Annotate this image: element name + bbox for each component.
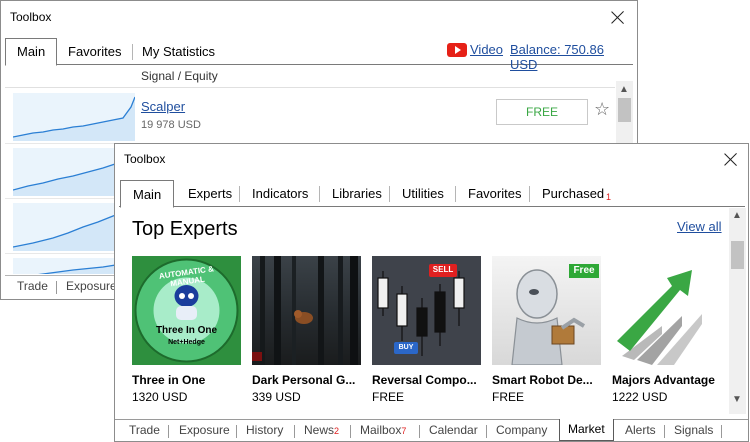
tab-experts[interactable]: Experts [176,182,244,206]
tab-separator [486,425,487,438]
sell-label: SELL [432,265,454,274]
product-image[interactable] [252,256,361,365]
signal-row[interactable]: Scalper 19 978 USD FREE ☆ [5,89,615,144]
tab-libraries[interactable]: Libraries [320,182,394,206]
product-card[interactable]: Majors Advantage 1222 USD [612,256,724,404]
front-close-icon[interactable] [724,152,738,166]
youtube-icon[interactable] [447,43,467,57]
back-window-title: Toolbox [10,10,52,24]
scroll-thumb[interactable] [618,98,631,122]
bottom-tab-mailbox-label: Mailbox [360,423,402,437]
tab-separator [168,425,169,438]
mailbox-count-badge: 7 [401,426,407,436]
bottom-tab-news-label: News [304,423,335,437]
front-vertical-scrollbar[interactable]: ▲ ▼ [729,208,746,414]
free-subscribe-button[interactable]: FREE [496,99,588,125]
product-price: 1320 USD [132,390,188,404]
section-title: Top Experts [132,218,238,240]
tab-separator [294,425,295,438]
product-price: FREE [492,390,525,404]
product-price: 1222 USD [612,390,668,404]
product-name[interactable]: Dark Personal G... [252,373,364,387]
scroll-up-icon[interactable]: ▲ [619,84,629,95]
product-card[interactable]: AUTOMATIC & MANUAL Three In One Net+Hedg… [132,256,244,404]
back-tab-my-statistics[interactable]: My Statistics [132,41,225,65]
product-card[interactable]: Free Smart Robot De... FREE [492,256,604,404]
product-image[interactable]: SELL BUY [372,256,481,365]
bottom-tab-exposure[interactable]: Exposure [179,423,230,437]
front-window-title: Toolbox [124,152,166,166]
bottom-tab-calendar[interactable]: Calendar [429,423,478,437]
scroll-thumb[interactable] [731,241,744,269]
bottom-tab-history[interactable]: History [246,423,283,437]
signal-amount: 19 978 USD [141,119,201,131]
news-count-badge: 2 [334,426,340,436]
back-titlebar: Toolbox [1,1,637,33]
product-image-caption: Net+Hedge [168,339,205,346]
signal-name-link[interactable]: Scalper [141,99,185,114]
tab-separator [419,425,420,438]
bottom-tab-signals[interactable]: Signals [674,423,713,437]
tab-separator [350,425,351,438]
back-tab-favorites[interactable]: Favorites [58,41,131,65]
tab-purchased[interactable]: Purchased [530,182,616,206]
front-bottom-tabs: Trade Exposure History News2 Mailbox7 Ca… [115,419,748,441]
bottom-tab-alerts[interactable]: Alerts [625,423,656,437]
scroll-down-icon[interactable]: ▼ [732,394,742,405]
bottom-tab-mailbox[interactable]: Mailbox7 [360,423,406,437]
back-close-icon[interactable] [611,10,625,24]
signal-equity-header: Signal / Equity [141,69,218,83]
buy-label: BUY [398,344,414,351]
product-image[interactable] [612,256,721,365]
product-price: FREE [372,390,405,404]
bottom-tab-news[interactable]: News2 [304,423,339,437]
scroll-up-icon[interactable]: ▲ [732,210,742,221]
view-all-link[interactable]: View all [677,219,722,234]
free-badge: Free [569,264,599,278]
favorite-star-icon[interactable]: ☆ [594,99,610,120]
tab-utilities[interactable]: Utilities [390,182,456,206]
signal-column-header: Signal / Equity [5,66,615,88]
tab-indicators[interactable]: Indicators [240,182,320,206]
back-bottom-tab-trade[interactable]: Trade [17,279,48,293]
product-name[interactable]: Reversal Compo... [372,373,484,387]
tab-separator [56,281,57,294]
equity-chart-thumbnail [13,93,135,141]
product-name[interactable]: Three in One [132,373,244,387]
back-tab-bar: Main Favorites My Statistics Video Balan… [5,38,633,72]
tab-separator [664,425,665,438]
back-tab-main[interactable]: Main [5,38,58,66]
product-image[interactable]: AUTOMATIC & MANUAL Three In One Net+Hedg… [132,256,241,365]
toolbox-window-front: Toolbox Main Experts Indicators Librarie… [114,143,749,442]
tab-main[interactable]: Main [120,180,175,208]
product-card[interactable]: SELL BUY Reversal Compo... FREE [372,256,484,404]
video-link[interactable]: Video [470,42,503,57]
purchased-count-badge: 1 [606,192,612,202]
bottom-tab-company[interactable]: Company [496,423,547,437]
tab-favorites[interactable]: Favorites [456,182,533,206]
product-image[interactable]: Free [492,256,601,365]
front-tab-bar: Main Experts Indicators Libraries Utilit… [119,179,745,208]
front-titlebar: Toolbox [115,144,748,174]
bottom-tab-market[interactable]: Market [559,419,614,441]
product-name[interactable]: Smart Robot De... [492,373,604,387]
back-bottom-tab-exposure[interactable]: Exposure [66,279,117,293]
product-card[interactable]: Dark Personal G... 339 USD [252,256,364,404]
product-price: 339 USD [252,390,301,404]
tab-separator [721,425,722,438]
bottom-tab-trade[interactable]: Trade [129,423,160,437]
tab-separator [236,425,237,438]
product-image-caption: Three In One [155,325,218,336]
product-name[interactable]: Majors Advantage [612,373,724,387]
